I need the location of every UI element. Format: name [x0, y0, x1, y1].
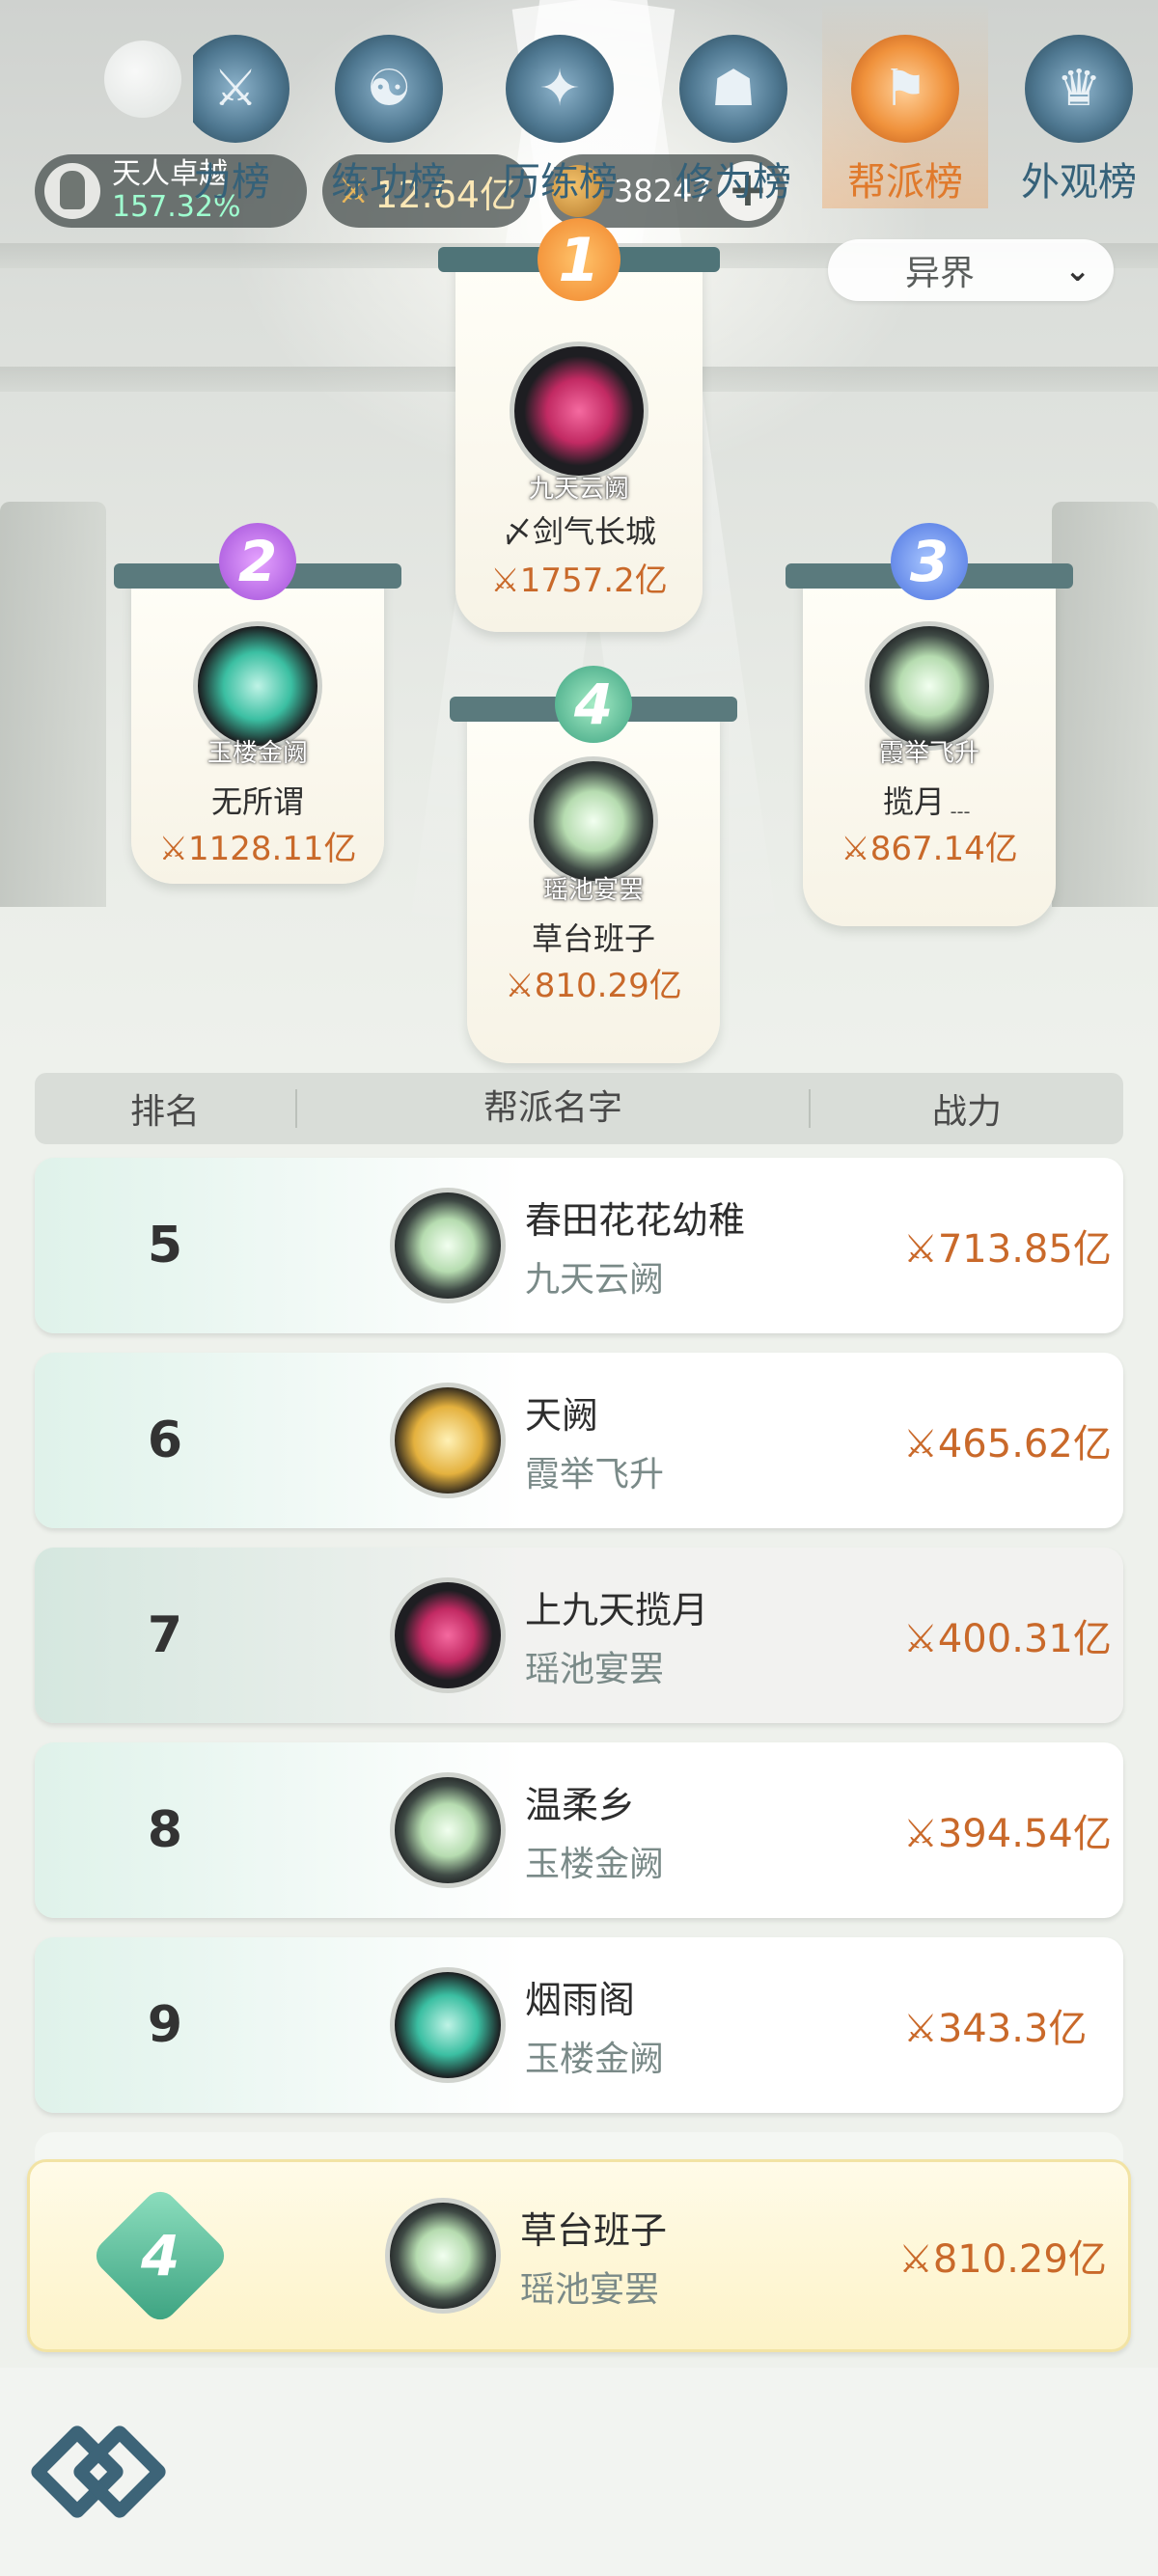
- podium-guild-name: 无所谓: [210, 783, 304, 820]
- tab-appearance-rank[interactable]: ♛ 外观榜: [1013, 0, 1144, 208]
- tab-cultivation-rank[interactable]: ☗ 修为榜: [668, 0, 799, 208]
- row-guild-server: 九天云阙: [525, 1259, 665, 1300]
- podium-guild-server: 瑶池宴罢: [542, 876, 644, 905]
- row-rank: 5: [147, 1217, 183, 1274]
- rank-badge-1: 1: [538, 218, 620, 301]
- row-power: ⚔810.29亿: [898, 2237, 1107, 2282]
- podium-guild-power: ⚔1128.11亿: [158, 830, 357, 868]
- leaf-emblem-icon: [390, 1772, 506, 1888]
- row-power: ⚔400.31亿: [903, 1617, 1112, 1661]
- row-power: ⚔394.54亿: [903, 1812, 1112, 1856]
- my-guild-row[interactable]: 4 草台班子 瑶池宴罢 ⚔810.29亿: [27, 2159, 1131, 2352]
- rank-badge-3: 3: [891, 523, 968, 600]
- row-guild-server: 瑶池宴罢: [525, 1649, 665, 1689]
- realm-filter-dropdown[interactable]: 异界 ⌄: [828, 239, 1114, 301]
- podium-rank-2[interactable]: 2 玉楼金阙 无所谓 ⚔1128.11亿: [114, 523, 401, 884]
- leaf-emblem-icon: [529, 756, 658, 886]
- row-power: ⚔343.3亿: [903, 2007, 1088, 2051]
- banner-icon: ⚑: [851, 35, 959, 143]
- row-rank: 7: [147, 1606, 183, 1664]
- power-icon: ⚔: [193, 35, 290, 143]
- leaf-emblem-icon: [865, 621, 994, 751]
- tab-label: 练功榜: [331, 160, 447, 205]
- pagoda-emblem-icon: [390, 1383, 506, 1498]
- tab-label: 力榜: [193, 160, 270, 205]
- serpent-emblem-icon: [390, 1967, 506, 2083]
- row-guild-name: 天阙: [525, 1393, 599, 1437]
- tab-training-rank[interactable]: ☯ 练功榜: [323, 0, 455, 208]
- table-row[interactable]: 6 天阙 霞举飞升 ⚔465.62亿: [35, 1353, 1123, 1528]
- podium-guild-server: 玉楼金阙: [207, 739, 308, 768]
- tab-label: 帮派榜: [847, 160, 963, 205]
- dropdown-selected: 异界: [905, 254, 976, 293]
- flame-emblem-icon: [510, 342, 648, 480]
- leaf-emblem-icon: [390, 1188, 506, 1303]
- tab-guild-rank[interactable]: ⚑ 帮派榜: [822, 0, 988, 208]
- bottom-navigation: [0, 2368, 1158, 2576]
- podium-guild-power: ⚔867.14亿: [841, 830, 1018, 868]
- podium-rank-1[interactable]: 1 九天云阙 〆剑气长城 ⚔1757.2亿: [438, 218, 720, 632]
- table-row[interactable]: 5 春田花花幼稚 九天云阙 ⚔713.85亿: [35, 1158, 1123, 1333]
- row-guild-server: 玉楼金阙: [525, 1844, 665, 1884]
- serpent-emblem-icon: [193, 621, 322, 751]
- row-guild-name: 上九天揽月: [525, 1588, 709, 1631]
- taiji-icon: ☯: [335, 35, 443, 143]
- leaf-emblem-icon: [385, 2198, 501, 2314]
- row-rank: 9: [147, 1996, 183, 2054]
- table-row[interactable]: 8 温柔乡 玉楼金阙 ⚔394.54亿: [35, 1742, 1123, 1918]
- ranking-table-header: 排名 帮派名字 战力: [35, 1073, 1123, 1144]
- rank-badge-2: 2: [219, 523, 296, 600]
- table-row[interactable]: 7 上九天揽月 瑶池宴罢 ⚔400.31亿: [35, 1548, 1123, 1723]
- row-guild-name: 烟雨阁: [525, 1978, 636, 2021]
- podium-rank-3[interactable]: 3 霞举飞升 揽月﹍ ⚔867.14亿: [786, 523, 1073, 926]
- row-guild-server: 瑶池宴罢: [520, 2269, 660, 2310]
- hat-icon: ☗: [679, 35, 787, 143]
- header-power: 战力: [931, 1092, 1002, 1132]
- tab-experience-rank[interactable]: ✦ 历练榜: [494, 0, 625, 208]
- tab-label: 修为榜: [676, 160, 791, 205]
- header-guild-name: 帮派名字: [295, 1089, 811, 1128]
- tab-power-rank[interactable]: ⚔ 力榜: [193, 0, 290, 208]
- chevron-down-icon: ⌄: [1064, 252, 1090, 288]
- flame-emblem-icon: [390, 1577, 506, 1693]
- header-rank: 排名: [129, 1092, 200, 1132]
- podium-rank-4[interactable]: 4 瑶池宴罢 草台班子 ⚔810.29亿: [450, 666, 737, 1063]
- row-guild-name: 春田花花幼稚: [525, 1198, 746, 1242]
- table-row[interactable]: 9 烟雨阁 玉楼金阙 ⚔343.3亿: [35, 1937, 1123, 2113]
- row-guild-server: 玉楼金阙: [525, 2039, 665, 2079]
- tab-label: 外观榜: [1021, 160, 1137, 205]
- my-rank-gem: 4: [89, 2184, 232, 2327]
- podium-guild-name: 〆剑气长城: [501, 513, 656, 550]
- podium-guild-power: ⚔1757.2亿: [490, 562, 668, 600]
- podium-guild-server: 霞举飞升: [878, 739, 979, 768]
- row-guild-server: 霞举飞升: [525, 1454, 665, 1494]
- realm-avatar-icon: [44, 163, 100, 219]
- compass-icon: ✦: [506, 35, 614, 143]
- podium-guild-server: 九天云阙: [528, 475, 629, 504]
- row-power: ⚔713.85亿: [903, 1227, 1112, 1272]
- row-guild-name: 温柔乡: [525, 1783, 636, 1826]
- row-guild-name: 草台班子: [520, 2208, 668, 2252]
- tab-label: 历练榜: [502, 160, 618, 205]
- next-row-peek: [35, 2132, 1123, 2161]
- row-rank: 6: [147, 1411, 183, 1469]
- row-rank: 8: [147, 1801, 183, 1859]
- menu-icon[interactable]: [28, 2412, 169, 2532]
- row-power: ⚔465.62亿: [903, 1422, 1112, 1466]
- podium-guild-power: ⚔810.29亿: [505, 967, 682, 1005]
- robe-icon: ♛: [1025, 35, 1133, 143]
- rank-badge-4: 4: [555, 666, 632, 743]
- podium-guild-name: 草台班子: [531, 920, 655, 957]
- podium-guild-name: 揽月﹍: [882, 783, 976, 820]
